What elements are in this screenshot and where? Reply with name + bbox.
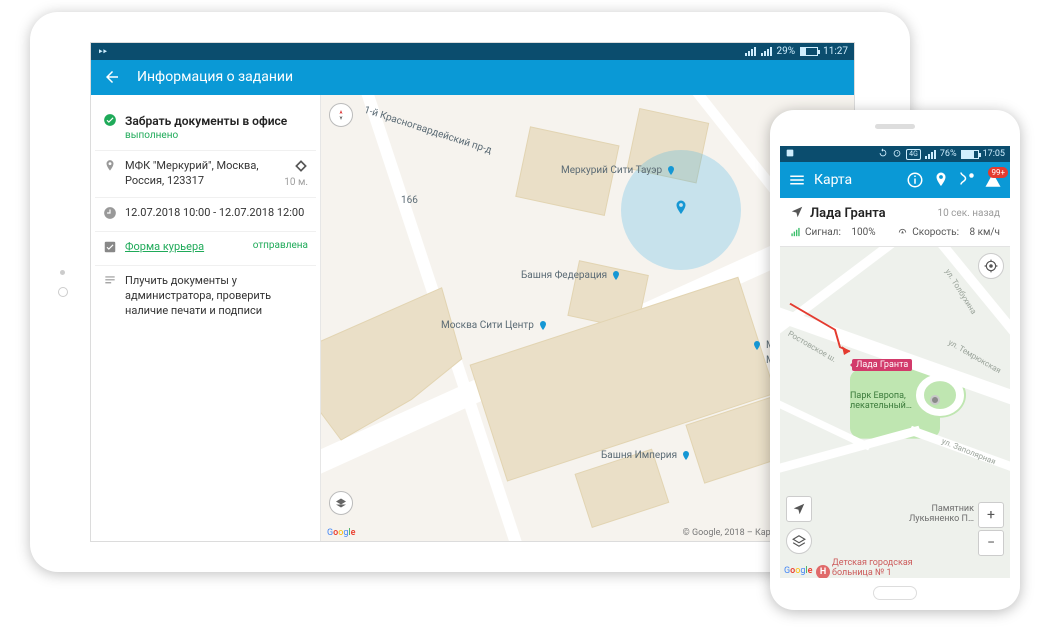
google-logo: Google	[327, 528, 355, 538]
phone-map[interactable]: Лада Гранта Парк Европа,лекательный… ул.…	[780, 247, 1010, 578]
battery-icon	[800, 47, 818, 56]
phone-device-frame: 4G 76% 17:05 Карта 99+ Лада Гранта	[770, 110, 1020, 610]
settings-icon	[97, 48, 109, 59]
map-canvas	[780, 247, 1010, 578]
monument-label: ПамятникЛукьяненко П…	[909, 505, 974, 525]
status-time: 17:05	[983, 149, 1005, 159]
task-sidebar: Забрать документы в офисе выполнено МФК …	[91, 95, 321, 541]
gauge-icon	[897, 227, 908, 238]
tablet-screen: 29% 11:27 Информация о задании Забрать	[90, 42, 855, 542]
notes-icon	[103, 274, 117, 319]
battery-icon	[961, 150, 979, 159]
zoom-out-button[interactable]: −	[978, 530, 1004, 556]
map-pin-icon	[665, 165, 677, 177]
phone-app-bar: Карта 99+	[780, 162, 1010, 198]
battery-percent: 76%	[940, 149, 957, 159]
app-bar-title: Карта	[814, 172, 852, 188]
directions-icon[interactable]	[294, 159, 308, 173]
alerts-badge: 99+	[988, 167, 1008, 178]
checkbox-icon	[103, 240, 117, 257]
network-type: 4G	[906, 149, 921, 160]
task-time-row: 12.07.2018 10:00 - 12.07.2018 12:00	[95, 198, 316, 232]
phone-speaker	[875, 124, 915, 129]
signal-readout: Сигнал: 100%	[790, 227, 876, 238]
hospital-label: Детская городскаябольница № 1	[832, 559, 913, 578]
task-notes-row: Плучить документы у администратора, пров…	[95, 266, 316, 327]
house-number: 166	[401, 195, 418, 206]
map-pin-icon	[537, 320, 549, 332]
tablet-body: Забрать документы в офисе выполнено МФК …	[91, 95, 854, 541]
task-status: выполнено	[125, 129, 308, 143]
phone-home-button[interactable]	[873, 586, 917, 600]
task-address-row[interactable]: МФК "Меркурий", Москва, Россия, 123317 1…	[95, 151, 316, 198]
zoom-in-button[interactable]: +	[978, 502, 1004, 528]
tablet-app-bar: Информация о задании	[91, 60, 854, 95]
poi-federation[interactable]: Башня Федерация	[521, 270, 622, 282]
layers-button[interactable]	[329, 491, 353, 515]
park-label: Парк Европа,лекательный…	[850, 392, 912, 412]
phone-screen: 4G 76% 17:05 Карта 99+ Лада Гранта	[780, 146, 1010, 578]
park-icon	[930, 395, 940, 405]
info-button[interactable]	[906, 171, 924, 189]
task-address: МФК "Меркурий", Москва, Россия, 123317	[125, 159, 276, 189]
speed-readout: Скорость: 8 км/ч	[897, 227, 1000, 238]
form-link[interactable]: Форма курьера	[125, 240, 204, 253]
alarm-icon	[892, 148, 902, 161]
task-form-row[interactable]: Форма курьера отправлена	[95, 232, 316, 266]
screenshot-icon	[785, 148, 795, 161]
app-bar-title: Информация о задании	[137, 69, 293, 85]
compass-button[interactable]	[329, 103, 353, 127]
poi-mercury[interactable]: Меркурий Сити Тауэр	[561, 165, 677, 177]
task-notes: Плучить документы у администратора, пров…	[125, 274, 308, 319]
sync-icon	[878, 148, 888, 161]
my-location-button[interactable]	[978, 253, 1004, 279]
tablet-home-button[interactable]	[58, 287, 68, 297]
task-title: Забрать документы в офисе	[125, 113, 308, 129]
map-pin-icon	[751, 340, 763, 352]
route-button[interactable]	[958, 171, 976, 189]
battery-percent: 29%	[777, 46, 796, 57]
update-time: 10 сек. назад	[937, 208, 1000, 219]
hospital-icon[interactable]: H	[816, 565, 830, 578]
phone-status-bar: 4G 76% 17:05	[780, 146, 1010, 162]
tablet-status-bar: 29% 11:27	[91, 43, 854, 60]
clock-icon	[103, 206, 117, 223]
status-time: 11:27	[823, 46, 848, 57]
google-logo: Google	[784, 566, 812, 576]
tablet-camera-dot	[60, 270, 65, 275]
layers-button[interactable]	[786, 528, 812, 554]
menu-button[interactable]	[788, 171, 806, 189]
form-status: отправлена	[253, 240, 308, 257]
location-pin-icon	[672, 199, 690, 221]
check-circle-icon	[103, 113, 117, 143]
back-button[interactable]	[103, 68, 121, 86]
vehicle-info-panel[interactable]: Лада Гранта 10 сек. назад Сигнал: 100% С…	[780, 198, 1010, 247]
signal-icon	[761, 46, 772, 56]
location-button[interactable]	[932, 171, 950, 189]
pin-icon	[103, 159, 117, 189]
task-distance: 10 м.	[284, 177, 308, 188]
task-title-row: Забрать документы в офисе выполнено	[95, 105, 316, 152]
map-pin-icon	[680, 450, 692, 462]
poi-city-center[interactable]: Москва Сити Центр	[441, 320, 549, 332]
task-time-range: 12.07.2018 10:00 - 12.07.2018 12:00	[125, 206, 308, 223]
alerts-button[interactable]: 99+	[984, 171, 1002, 189]
map-pin-icon	[610, 270, 622, 282]
vehicle-name: Лада Гранта	[810, 206, 931, 221]
vehicle-marker[interactable]: Лада Гранта	[852, 359, 912, 371]
signal-bars-icon	[790, 227, 801, 238]
signal-icon	[745, 46, 756, 56]
navigation-icon	[790, 204, 804, 223]
navigation-arrow-button[interactable]	[786, 496, 812, 522]
poi-imperia[interactable]: Башня Империя	[601, 450, 692, 462]
signal-icon	[925, 149, 936, 159]
